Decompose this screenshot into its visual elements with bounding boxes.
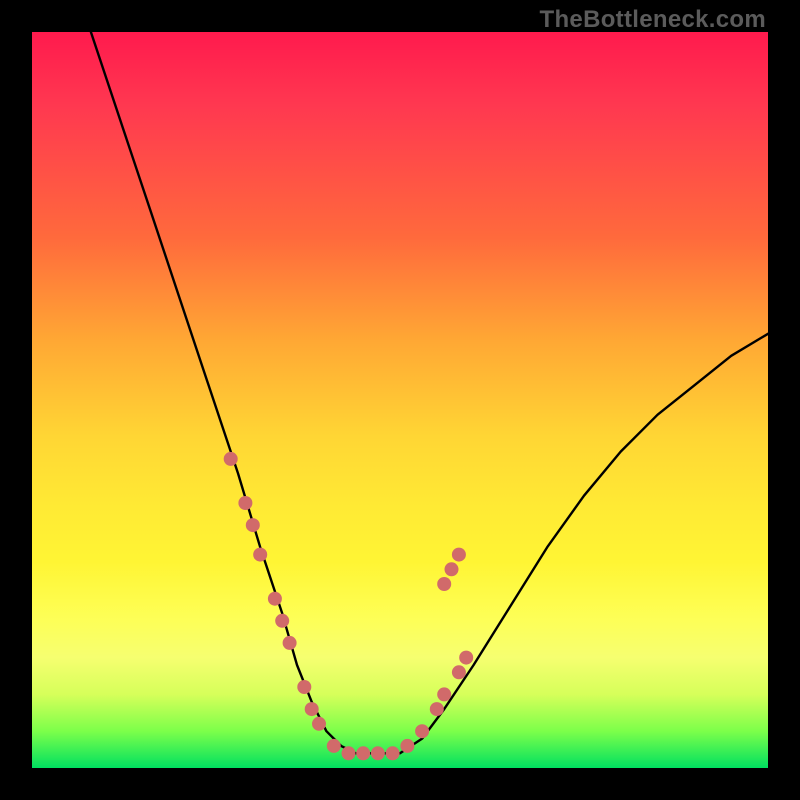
left-cluster-dot bbox=[253, 548, 267, 562]
left-cluster-dot bbox=[312, 717, 326, 731]
right-cluster-dot bbox=[415, 724, 429, 738]
left-cluster-dot bbox=[283, 636, 297, 650]
left-cluster-dot bbox=[275, 614, 289, 628]
bottom-dot bbox=[371, 746, 385, 760]
left-cluster-dot bbox=[238, 496, 252, 510]
left-cluster-dot bbox=[246, 518, 260, 532]
bottom-dot bbox=[400, 739, 414, 753]
right-cluster-dot bbox=[437, 577, 451, 591]
right-cluster-dot bbox=[437, 687, 451, 701]
bottom-dot bbox=[386, 746, 400, 760]
right-cluster-dot bbox=[459, 651, 473, 665]
bottom-dot bbox=[342, 746, 356, 760]
right-cluster-dot bbox=[452, 665, 466, 679]
curve-layer bbox=[32, 32, 768, 768]
left-cluster-dot bbox=[224, 452, 238, 466]
bottom-dot bbox=[356, 746, 370, 760]
bottom-dot bbox=[327, 739, 341, 753]
left-cluster-dot bbox=[297, 680, 311, 694]
watermark-text: TheBottleneck.com bbox=[540, 6, 766, 34]
right-cluster-dot bbox=[430, 702, 444, 716]
right-cluster-dot bbox=[445, 562, 459, 576]
bottleneck-curve bbox=[91, 32, 768, 753]
left-cluster-dot bbox=[305, 702, 319, 716]
chart-frame: TheBottleneck.com bbox=[0, 0, 800, 800]
right-cluster-dot bbox=[452, 548, 466, 562]
left-cluster-dot bbox=[268, 592, 282, 606]
plot-area bbox=[32, 32, 768, 768]
